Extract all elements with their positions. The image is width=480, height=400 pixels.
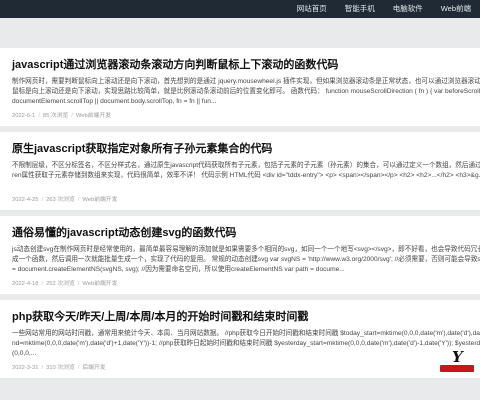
article-meta: 2022-3-31/310 次浏览 / 后端开发 <box>12 362 106 371</box>
meta-separator: / <box>41 281 44 287</box>
meta-separator: / <box>71 113 73 119</box>
article-card: javascript通过浏览器滚动条滚动方向判断鼠标上下滚动的函数代码 制作网页… <box>0 48 480 126</box>
article-list: javascript通过浏览器滚动条滚动方向判断鼠标上下滚动的函数代码 制作网页… <box>0 22 480 400</box>
meta-separator: / <box>41 365 44 371</box>
meta-separator: / <box>77 365 80 371</box>
meta-separator: / <box>77 281 80 287</box>
article-card: php获取今天/昨天/上周/本周/本月的开始时间戳和结束时间戳 一些网站常用的网… <box>0 300 480 378</box>
top-navigation-bar: 网站首页 智能手机 电脑软件 Web前端 <box>0 0 480 18</box>
article-views: 263 次浏览 <box>46 197 75 203</box>
article-card: 通俗易懂的javascript动态创建svg的函数代码 js动态创建svg在制作… <box>0 216 480 294</box>
nav-item-smartphones[interactable]: 智能手机 <box>336 0 384 18</box>
article-date: 2022-6-1 <box>12 113 36 119</box>
article-views: 252 次浏览 <box>46 281 75 287</box>
article-meta: 2022-6-1/85 次浏览 / Web前端开发 <box>12 110 111 119</box>
article-title-link[interactable]: javascript通过浏览器滚动条滚动方向判断鼠标上下滚动的函数代码 <box>12 58 480 72</box>
nav-item-web-frontend[interactable]: Web前端 <box>432 0 480 18</box>
meta-separator: / <box>41 197 44 203</box>
watermark-letter-y: Y <box>452 348 463 366</box>
article-summary: 一些网站常用的网站时间戳，通常用来统计今天、本周、当月网站数据。 //php获取… <box>12 330 480 357</box>
article-summary: 不限制层级，不区分标签名，不区分样式名，通过原生javascript代码获取所有… <box>12 162 480 179</box>
article-views: 310 次浏览 <box>46 365 75 371</box>
meta-separator: / <box>77 197 80 203</box>
site-watermark-logo: Y <box>440 350 474 372</box>
article-title-link[interactable]: php获取今天/昨天/上周/本周/本月的开始时间戳和结束时间戳 <box>12 310 480 324</box>
article-summary: 制作网页时，需要判断鼠标向上滚动还是向下滚动，首先想到的是通过 jquery.m… <box>12 78 480 105</box>
watermark-red-bar <box>440 365 474 372</box>
article-date: 2022-4-18 <box>12 281 39 287</box>
meta-separator: / <box>38 113 40 119</box>
article-meta: 2022-4-25/263 次浏览 / Web前端开发 <box>12 194 117 203</box>
article-category-link[interactable]: Web前端开发 <box>82 197 117 203</box>
article-views: 85 次浏览 <box>42 113 69 119</box>
article-title-link[interactable]: 原生javascript获取指定对象所有子孙元素集合的代码 <box>12 142 480 156</box>
article-date: 2022-4-25 <box>12 197 39 203</box>
article-date: 2022-3-31 <box>12 365 39 371</box>
article-title-link[interactable]: 通俗易懂的javascript动态创建svg的函数代码 <box>12 226 480 240</box>
main-nav: 网站首页 智能手机 电脑软件 Web前端 <box>288 0 480 18</box>
article-card: 原生javascript获取指定对象所有子孙元素集合的代码 不限制层级，不区分标… <box>0 132 480 210</box>
article-category-link[interactable]: 后端开发 <box>82 365 105 371</box>
nav-item-home[interactable]: 网站首页 <box>288 0 336 18</box>
nav-item-pc-software[interactable]: 电脑软件 <box>384 0 432 18</box>
article-summary: js动态创建svg在制作网页时是经常使用的，最简单最容易理解的添加就是如果需要多… <box>12 246 480 273</box>
article-meta: 2022-4-18/252 次浏览 / Web前端开发 <box>12 278 117 287</box>
article-category-link[interactable]: Web前端开发 <box>82 281 117 287</box>
article-category-link[interactable]: Web前端开发 <box>76 113 111 119</box>
